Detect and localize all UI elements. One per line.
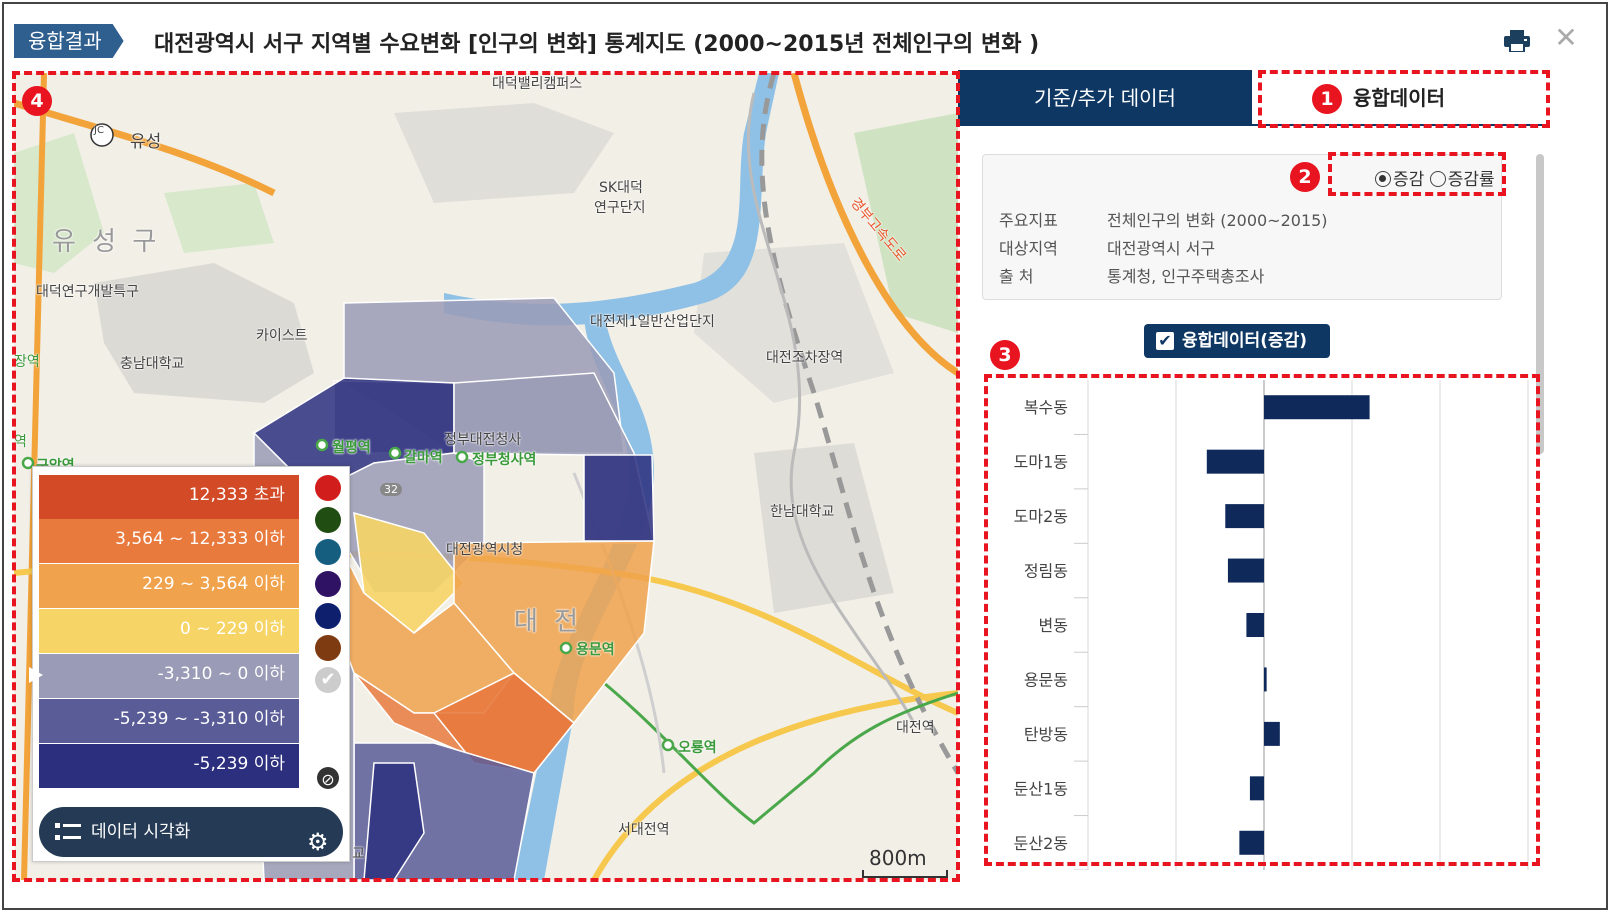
color-dot-check[interactable]: ✔	[315, 667, 341, 693]
color-dot-red[interactable]	[315, 475, 341, 501]
chart-bar[interactable]	[1264, 667, 1267, 692]
legend-row-2[interactable]: 3,564 ~ 12,333 이하	[39, 519, 299, 563]
tab-base-data[interactable]: 기준/추가 데이터	[958, 70, 1252, 126]
chart-category-label: 정림동	[1024, 562, 1068, 581]
legend-row-3[interactable]: 229 ~ 3,564 이하	[39, 564, 299, 608]
tab-fusion-data[interactable]: 융합데이터	[1252, 70, 1546, 126]
legend-panel: 12,333 초과 3,564 ~ 12,333 이하 229 ~ 3,564 …	[29, 466, 350, 862]
app-window: 융합결과 대전광역시 서구 지역별 수요변화 [인구의 변화] 통계지도 (20…	[0, 0, 1614, 914]
legend-row-5[interactable]: -3,310 ~ 0 이하	[39, 654, 299, 698]
bar-chart: 복수동도마1동도마2동정림동변동용문동탄방동둔산1동둔산2동	[1014, 380, 1529, 870]
map-label-jochajang: 대전조차장역	[766, 350, 844, 366]
map-label-seodaejeon: 서대전역	[618, 822, 670, 838]
chart-bar[interactable]	[1264, 395, 1370, 420]
reset-button[interactable]: ⊘	[317, 767, 339, 789]
data-visualization-button[interactable]: 데이터 시각화 ⚙	[39, 807, 343, 857]
chart-category-label: 탄방동	[1024, 725, 1068, 744]
check-icon: ✔	[320, 669, 336, 690]
legend-row-1[interactable]: 12,333 초과	[39, 475, 299, 519]
map-label-campus: 대덕밸리캠퍼스	[492, 76, 583, 92]
chart-bar[interactable]	[1239, 830, 1264, 855]
chart-bar[interactable]	[1249, 776, 1264, 801]
printer-icon	[1504, 30, 1530, 53]
close-icon: ✕	[1554, 21, 1578, 54]
info-box: 증감 증감률 주요지표 전체인구의 변화 (2000~2015) 대상지역 대전광역…	[982, 154, 1502, 300]
chart-category-label: 둔산1동	[1014, 779, 1068, 798]
info-source: 출 처 통계청, 인구주택총조사	[999, 267, 1265, 286]
radio-off-icon	[1429, 171, 1446, 187]
compass-icon: ⊘	[321, 770, 335, 789]
chart-category-label: 도마1동	[1014, 453, 1068, 472]
map-label-kaist: 카이스트	[256, 328, 308, 344]
map-label-daejeonstation: 대전역	[896, 720, 935, 736]
color-dot-purple[interactable]	[315, 571, 341, 597]
page-title: 대전광역시 서구 지역별 수요변화 [인구의 변화] 통계지도 (2000~20…	[154, 32, 1040, 57]
map-label-sk2: 연구단지	[594, 200, 646, 216]
map-label-wolpyeong: 월평역	[332, 440, 371, 456]
map-label-government: 정부대전청사	[444, 432, 522, 448]
map-label-jc: JC	[94, 125, 104, 136]
annotation-number-3: 3	[990, 340, 1020, 370]
map-label-jeongbu: 정부청사역	[472, 452, 537, 468]
map-label-industrial: 대전제1일반산업단지	[590, 314, 715, 330]
fusion-data-toggle[interactable]: ✔ 융합데이터(증감)	[1144, 324, 1330, 358]
print-button[interactable]	[1504, 30, 1530, 53]
radio-on-icon	[1375, 171, 1391, 187]
legend-row-4[interactable]: 0 ~ 229 이하	[39, 609, 299, 653]
map-label-cnu: 충남대학교	[120, 356, 185, 372]
chart-category-label: 복수동	[1024, 398, 1068, 417]
map-label-sk: SK대덕	[599, 180, 643, 196]
annotation-number-1: 1	[1312, 84, 1342, 114]
map-label-galma: 갈마역	[404, 450, 443, 466]
legend-row-6[interactable]: -5,239 ~ -3,310 이하	[39, 699, 299, 743]
chart-bar[interactable]	[1264, 721, 1280, 746]
side-panel: 기준/추가 데이터 융합데이터 증감 증감률 주요지표 전체인구의 변화 (200…	[958, 70, 1554, 882]
map-label-oryong: 오룡역	[678, 740, 717, 756]
selected-range-arrow-icon	[29, 667, 43, 683]
scale-bar	[862, 870, 948, 878]
gear-icon[interactable]: ⚙	[307, 817, 329, 867]
radio-change-rate[interactable]: 증감률	[1429, 170, 1495, 190]
radio-group: 증감 증감률	[1375, 165, 1495, 190]
chart-bar[interactable]	[1225, 504, 1264, 529]
scale-label: 800m	[869, 846, 927, 870]
chart-category-label: 둔산2동	[1014, 834, 1068, 853]
checkbox-icon: ✔	[1156, 332, 1174, 350]
chart-bar[interactable]	[1206, 449, 1264, 474]
annotation-number-2: 2	[1290, 162, 1320, 192]
data-visualization-label: 데이터 시각화	[91, 822, 191, 842]
map-label-yuseong: 유성	[130, 132, 162, 152]
info-indicator: 주요지표 전체인구의 변화 (2000~2015)	[999, 211, 1328, 230]
list-icon	[55, 823, 81, 840]
map-label-hannam: 한남대학교	[770, 504, 835, 520]
map-label-station-left: 장역	[14, 354, 40, 370]
legend-row-7[interactable]: -5,239 이하	[39, 744, 299, 788]
radio-change[interactable]: 증감	[1375, 170, 1424, 190]
header: 융합결과 대전광역시 서구 지역별 수요변화 [인구의 변화] 통계지도 (20…	[4, 8, 1604, 68]
chart-category-label: 용문동	[1024, 670, 1068, 689]
fusion-toggle-label: 융합데이터(증감)	[1182, 331, 1308, 351]
map-label-gyo: 교	[352, 846, 365, 862]
color-dot-green[interactable]	[315, 507, 341, 533]
result-badge: 융합결과	[14, 24, 124, 58]
map-label-route-32: 32	[380, 483, 402, 496]
map-label-yuseonggu: 유 성 구	[52, 227, 161, 257]
map-label-cityhall: 대전광역시청	[446, 542, 524, 558]
chart-category-label: 도마2동	[1014, 507, 1068, 526]
map-label-daedeok: 대덕연구개발특구	[36, 284, 140, 300]
map-label-yeok: 역	[14, 434, 27, 450]
close-button[interactable]: ✕	[1552, 24, 1580, 52]
map-label-daejeon: 대 전	[514, 607, 583, 637]
chart-bar[interactable]	[1227, 558, 1264, 583]
info-region: 대상지역 대전광역시 서구	[999, 239, 1216, 258]
map-label-yongmun: 용문역	[576, 642, 615, 658]
chart-bar[interactable]	[1246, 613, 1264, 637]
chart-category-label: 변동	[1039, 616, 1068, 635]
annotation-number-4: 4	[22, 86, 52, 116]
color-dot-teal[interactable]	[315, 539, 341, 565]
color-dot-navy[interactable]	[315, 603, 341, 629]
color-dot-brown[interactable]	[315, 635, 341, 661]
